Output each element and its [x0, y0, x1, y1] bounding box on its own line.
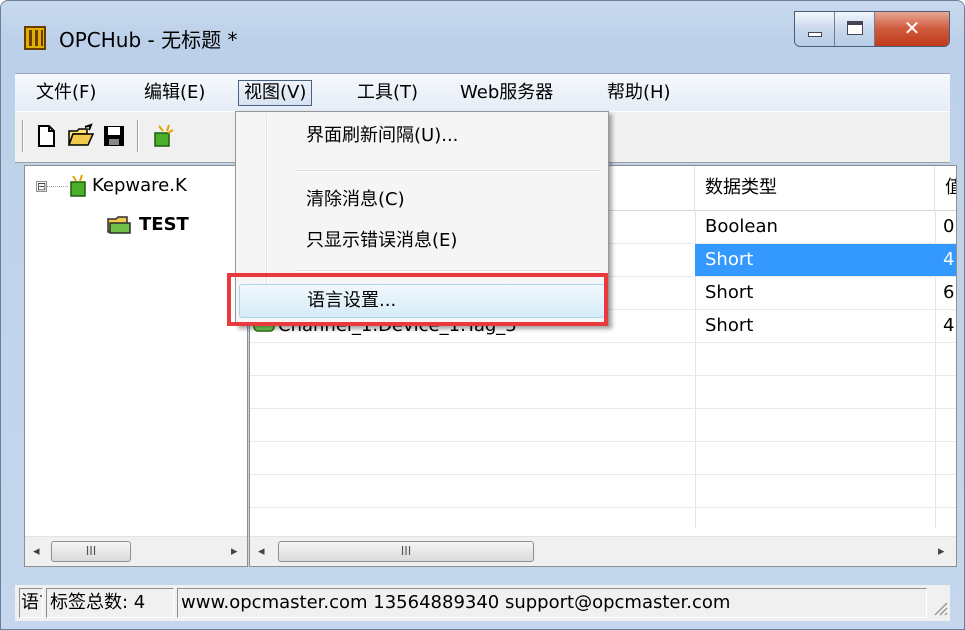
- scroll-thumb[interactable]: III: [51, 541, 131, 562]
- menu-file[interactable]: 文件(F): [31, 80, 101, 106]
- menu-item-language-settings[interactable]: 语言设置...: [239, 284, 605, 318]
- menu-item-errors-only[interactable]: 只显示错误消息(E): [239, 224, 605, 258]
- cell-value: 4: [943, 315, 955, 336]
- resize-grip-icon[interactable]: [931, 599, 949, 617]
- scroll-left-icon[interactable]: ◂: [33, 544, 40, 559]
- collapse-toggle-icon[interactable]: ⊟: [36, 181, 47, 192]
- caption-buttons: ✕: [794, 11, 950, 47]
- server-icon: [70, 174, 86, 197]
- menu-web-server[interactable]: Web服务器: [455, 80, 558, 106]
- close-button[interactable]: ✕: [875, 12, 949, 46]
- new-file-button[interactable]: [33, 123, 59, 149]
- tree-hscrollbar[interactable]: ◂ III ▸: [25, 536, 247, 566]
- toolbar-grip: [22, 120, 24, 152]
- scroll-right-icon[interactable]: ▸: [938, 544, 945, 559]
- table-row-empty: [250, 376, 956, 409]
- table-row-empty: [250, 409, 956, 442]
- list-hscrollbar[interactable]: ◂ III ▸: [250, 536, 956, 566]
- tree-item-server[interactable]: Kepware.K: [92, 175, 187, 196]
- menu-separator: [296, 170, 601, 172]
- column-data-type[interactable]: 数据类型: [695, 166, 935, 210]
- cell-value: 0: [943, 216, 955, 237]
- tree-item-test[interactable]: TEST: [139, 214, 189, 235]
- menu-edit[interactable]: 编辑(E): [139, 80, 210, 106]
- table-row-empty: [250, 343, 956, 376]
- new-file-icon: [38, 125, 55, 147]
- folder-icon: [107, 216, 131, 234]
- scroll-left-icon[interactable]: ◂: [258, 544, 265, 559]
- menu-item-clear-messages[interactable]: 清除消息(C): [239, 183, 605, 217]
- minimize-button[interactable]: [795, 12, 835, 46]
- menu-tools[interactable]: 工具(T): [352, 80, 423, 106]
- close-icon: ✕: [903, 16, 921, 40]
- cell-type: Boolean: [705, 216, 778, 237]
- status-tag-count: 标签总数: 4: [46, 588, 174, 618]
- tree-pane[interactable]: ⊟ Kepware.K TEST ◂ III ▸: [24, 165, 248, 567]
- cell-type: Short: [705, 282, 754, 303]
- menu-help[interactable]: 帮助(H): [602, 80, 676, 106]
- open-folder-icon: [67, 123, 95, 146]
- save-icon: [104, 126, 124, 146]
- connect-icon: [154, 124, 174, 147]
- status-language: 语言: [19, 588, 43, 618]
- cell-value: 4: [935, 244, 956, 276]
- scroll-thumb[interactable]: III: [278, 541, 534, 562]
- menu-bar: 文件(F) 编辑(E) 视图(V) 工具(T) Web服务器 帮助(H): [15, 73, 950, 112]
- maximize-button[interactable]: [835, 12, 875, 46]
- table-row-empty: [250, 442, 956, 475]
- maximize-icon: [847, 21, 863, 35]
- minimize-icon: [808, 32, 822, 37]
- cell-type: Short: [695, 244, 935, 276]
- title-bar[interactable]: OPCHub - 无标题 * ✕: [1, 1, 964, 73]
- view-menu-dropdown: 界面刷新间隔(U)... 清除消息(C) 只显示错误消息(E) 语言设置...: [235, 111, 609, 326]
- menu-separator: [296, 270, 601, 272]
- column-value[interactable]: 值: [935, 166, 956, 210]
- menu-view[interactable]: 视图(V): [238, 80, 313, 106]
- window-title: OPCHub - 无标题 *: [59, 28, 238, 52]
- app-icon[interactable]: [24, 26, 46, 50]
- toolbar-separator: [137, 120, 139, 152]
- save-button[interactable]: [101, 123, 127, 149]
- menu-item-refresh-interval[interactable]: 界面刷新间隔(U)...: [239, 119, 605, 153]
- main-window: OPCHub - 无标题 * ✕ 文件(F) 编辑(E) 视图(V) 工具(T)…: [0, 0, 965, 630]
- cell-type: Short: [705, 315, 754, 336]
- open-button[interactable]: [67, 123, 95, 149]
- status-bar: 语言 标签总数: 4 www.opcmaster.com 13564889340…: [15, 585, 950, 621]
- cell-value: 6: [943, 282, 955, 303]
- table-row-empty: [250, 475, 956, 508]
- status-contact: www.opcmaster.com 13564889340 support@op…: [177, 588, 927, 618]
- scroll-right-icon[interactable]: ▸: [231, 544, 238, 559]
- connect-button[interactable]: [149, 123, 175, 149]
